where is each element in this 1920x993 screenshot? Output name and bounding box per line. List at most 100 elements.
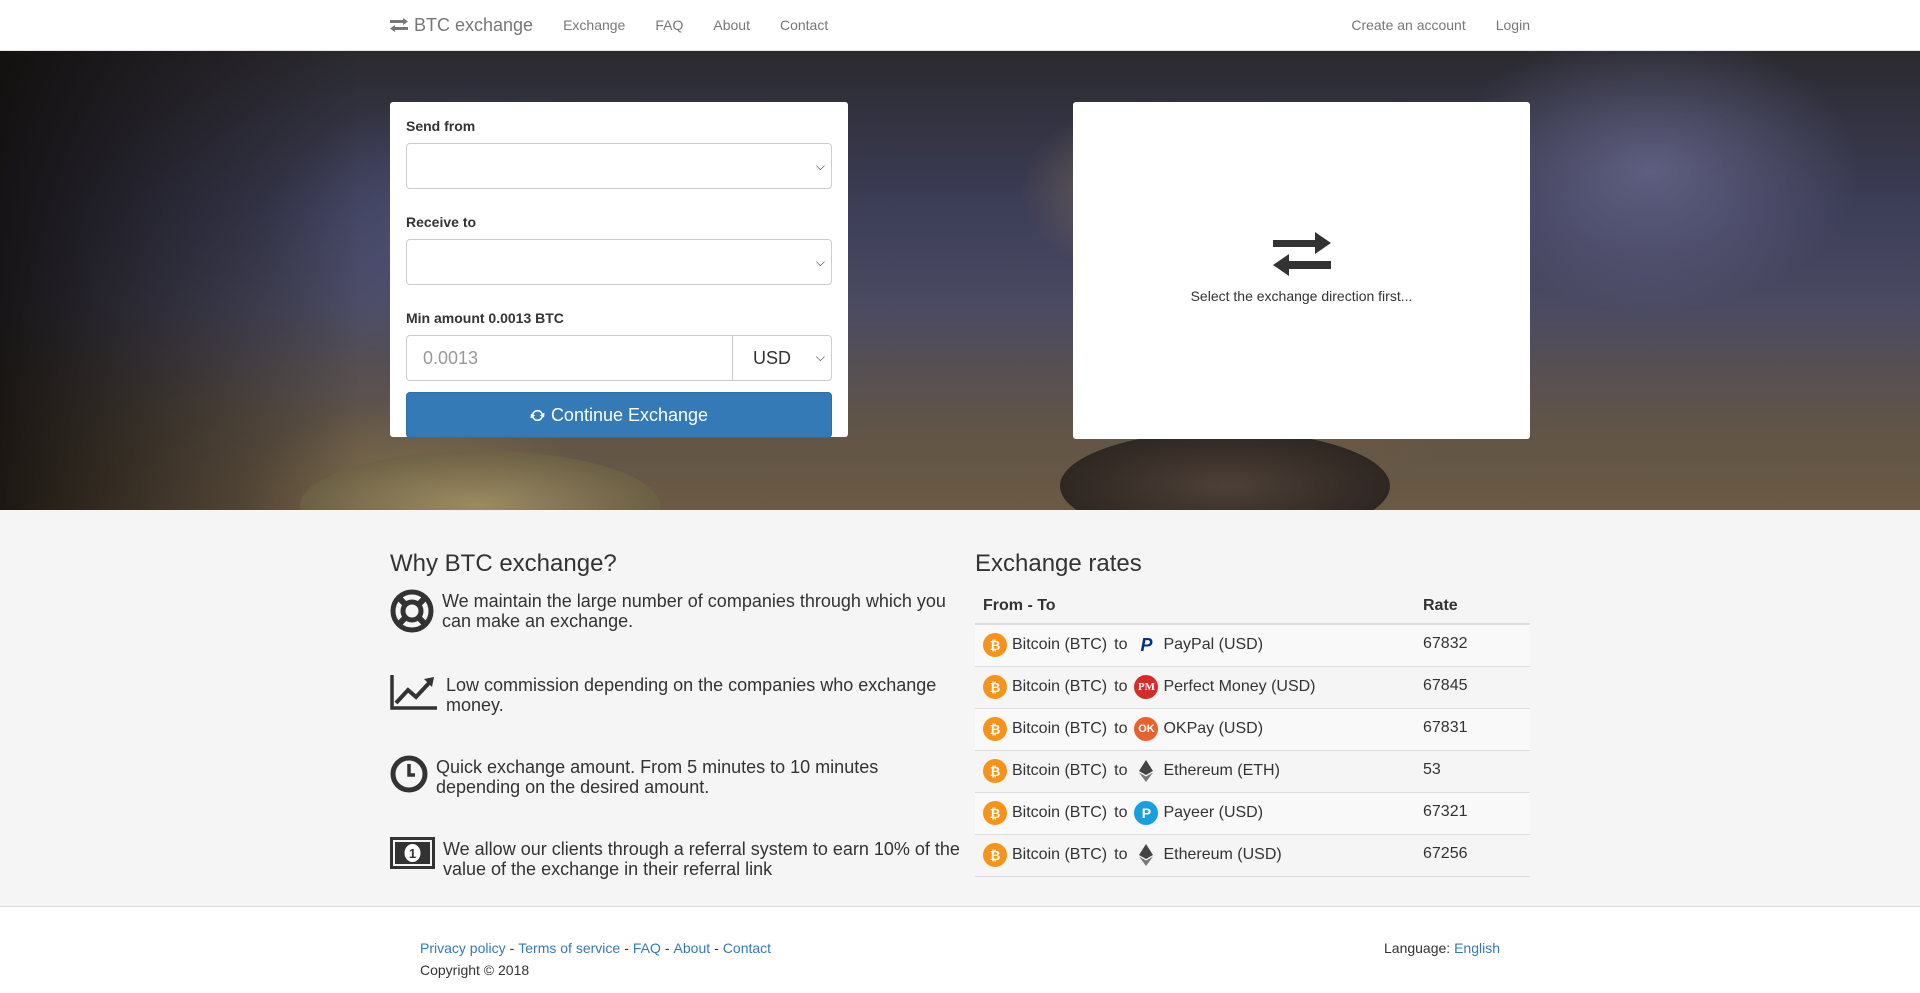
footer: Privacy policy - Terms of service - FAQ - Abou…	[0, 906, 1920, 993]
to-word: to	[1114, 636, 1128, 654]
continue-exchange-button[interactable]: Continue Exchange	[406, 392, 832, 438]
nav-link-contact[interactable]: Contact	[780, 17, 828, 33]
feature-item: Quick exchange amount. From 5 minutes to…	[390, 755, 960, 797]
clock-icon	[390, 755, 428, 793]
feature-text: Low commission depending on the companie…	[446, 675, 937, 715]
continue-exchange-label: Continue Exchange	[550, 404, 709, 425]
ethereum-icon	[1134, 843, 1158, 867]
login-link[interactable]: Login	[1496, 17, 1530, 33]
receive-to-select[interactable]: ⌵	[406, 239, 832, 285]
bitcoin-icon: ₿	[983, 633, 1007, 658]
copyright: Copyright © 2018	[420, 962, 530, 978]
exchange-rates-title: Exchange rates	[975, 550, 1142, 577]
chevron-down-icon: ⌵	[815, 350, 825, 364]
feature-item: Low commission depending on the companie…	[390, 673, 960, 715]
table-row[interactable]: ₿ Bitcoin (BTC) to PM Perfect Money (USD…	[975, 665, 1530, 708]
footer-separator: -	[664, 940, 670, 956]
why-section: Why BTC exchange? We maintain the large …	[390, 510, 960, 919]
feature-text: Quick exchange amount. From 5 minutes to…	[436, 757, 879, 797]
nav-link-about[interactable]: About	[713, 17, 750, 33]
footer-separator: -	[714, 940, 719, 956]
nav-link-faq[interactable]: FAQ	[655, 17, 683, 33]
table-row[interactable]: ₿ Bitcoin (BTC) to Ethereum (USD) 67256	[975, 833, 1530, 877]
terms-of-service-link[interactable]: Terms of service	[518, 940, 620, 956]
bitcoin-icon: ₿	[983, 759, 1007, 783]
language-label: Language:	[1384, 940, 1451, 956]
paypal-icon: P	[1140, 634, 1153, 655]
exchange-rates-table: From - To Rate ₿ Bitcoin (BTC) to P PayP…	[975, 589, 1530, 877]
language-selector: Language: English	[1384, 940, 1500, 978]
chart-line-icon	[390, 675, 437, 710]
bitcoin-icon: ₿	[983, 675, 1007, 699]
footer-contact-link[interactable]: Contact	[723, 940, 771, 956]
money-bill-icon: 1	[390, 837, 435, 869]
table-row[interactable]: ₿ Bitcoin (BTC) to OK OKPay (USD) 67831	[975, 707, 1530, 750]
hero-section: Send from ⌵ Receive to ⌵ Min amount 0.00…	[0, 51, 1920, 510]
currency-select[interactable]: USD ⌵	[732, 335, 832, 381]
footer-links: Privacy policy - Terms of service - FAQ - Abou…	[420, 940, 771, 956]
main-content: Why BTC exchange? We maintain the large …	[390, 510, 1530, 919]
footer-separator: -	[509, 940, 515, 956]
language-link[interactable]: English	[1454, 940, 1500, 956]
brand-label: BTC exchange	[414, 14, 534, 35]
exchange-form: Send from ⌵ Receive to ⌵ Min amount 0.00…	[390, 102, 848, 438]
rate-value: 67321	[1415, 791, 1530, 834]
footer-faq-link[interactable]: FAQ	[633, 940, 661, 956]
to-currency: Perfect Money (USD)	[1163, 678, 1316, 695]
table-row[interactable]: ₿ Bitcoin (BTC) to Ethereum (ETH) 53	[975, 749, 1530, 792]
send-from-label: Send from	[406, 118, 476, 134]
select-direction-message: Select the exchange direction first...	[1190, 288, 1413, 304]
min-amount-label: Min amount 0.0013 BTC	[406, 310, 564, 326]
from-currency: Bitcoin (BTC)	[1012, 846, 1108, 863]
rate-value: 67832	[1415, 623, 1530, 666]
column-header-from-to: From - To	[975, 589, 1415, 625]
ethereum-icon	[1134, 759, 1158, 783]
exchange-info-panel: Select the exchange direction first...	[1073, 102, 1530, 439]
brand-link[interactable]: BTC exchange	[390, 15, 533, 36]
perfect-money-icon: PM	[1134, 675, 1159, 699]
from-currency: Bitcoin (BTC)	[1012, 678, 1108, 695]
to-word: to	[1114, 720, 1128, 737]
exchange-rates-section: Exchange rates From - To Rate ₿ Bitcoin …	[975, 510, 1530, 919]
refresh-icon	[530, 409, 545, 421]
bitcoin-icon: ₿	[983, 717, 1007, 741]
from-currency: Bitcoin (BTC)	[1012, 762, 1108, 779]
rate-value: 67831	[1415, 707, 1530, 750]
footer-about-link[interactable]: About	[674, 940, 711, 956]
nav-link-exchange[interactable]: Exchange	[563, 17, 625, 33]
rate-value: 53	[1415, 749, 1530, 792]
to-word: to	[1114, 846, 1128, 863]
payeer-icon: P	[1134, 801, 1159, 825]
svg-text:1: 1	[409, 846, 416, 861]
bitcoin-icon: ₿	[983, 843, 1007, 867]
send-from-select[interactable]: ⌵	[406, 143, 832, 189]
rate-value: 67256	[1415, 833, 1530, 877]
exchange-arrows-icon	[1272, 232, 1331, 276]
why-title: Why BTC exchange?	[390, 550, 617, 577]
exchange-arrows-icon	[390, 18, 408, 32]
from-currency: Bitcoin (BTC)	[1012, 636, 1108, 654]
rate-value: 67845	[1415, 665, 1530, 708]
to-word: to	[1114, 762, 1128, 779]
lifebuoy-icon	[390, 589, 434, 633]
amount-input[interactable]: 0.0013	[406, 335, 732, 381]
feature-item: We maintain the large number of companie…	[390, 589, 960, 633]
table-row[interactable]: ₿ Bitcoin (BTC) to P PayPal (USD) 67832	[975, 623, 1530, 666]
create-account-link[interactable]: Create an account	[1351, 17, 1465, 33]
chevron-down-icon: ⌵	[815, 255, 825, 269]
feature-text: We maintain the large number of companie…	[442, 591, 946, 631]
table-row[interactable]: ₿ Bitcoin (BTC) to P Payeer (USD) 67321	[975, 791, 1530, 834]
column-header-rate: Rate	[1415, 589, 1530, 625]
from-currency: Bitcoin (BTC)	[1012, 720, 1108, 737]
to-word: to	[1114, 678, 1128, 695]
bitcoin-icon: ₿	[983, 801, 1007, 825]
chevron-down-icon: ⌵	[815, 159, 825, 173]
receive-to-label: Receive to	[406, 214, 477, 230]
privacy-policy-link[interactable]: Privacy policy	[420, 940, 506, 956]
feature-text: We allow our clients through a referral …	[443, 839, 960, 879]
to-word: to	[1114, 804, 1128, 821]
feature-item: 1 We allow our clients through a referra…	[390, 837, 960, 879]
footer-separator: -	[624, 940, 629, 956]
from-currency: Bitcoin (BTC)	[1012, 804, 1108, 821]
navbar: BTC exchange Exchange FAQ About Contact …	[0, 0, 1920, 51]
